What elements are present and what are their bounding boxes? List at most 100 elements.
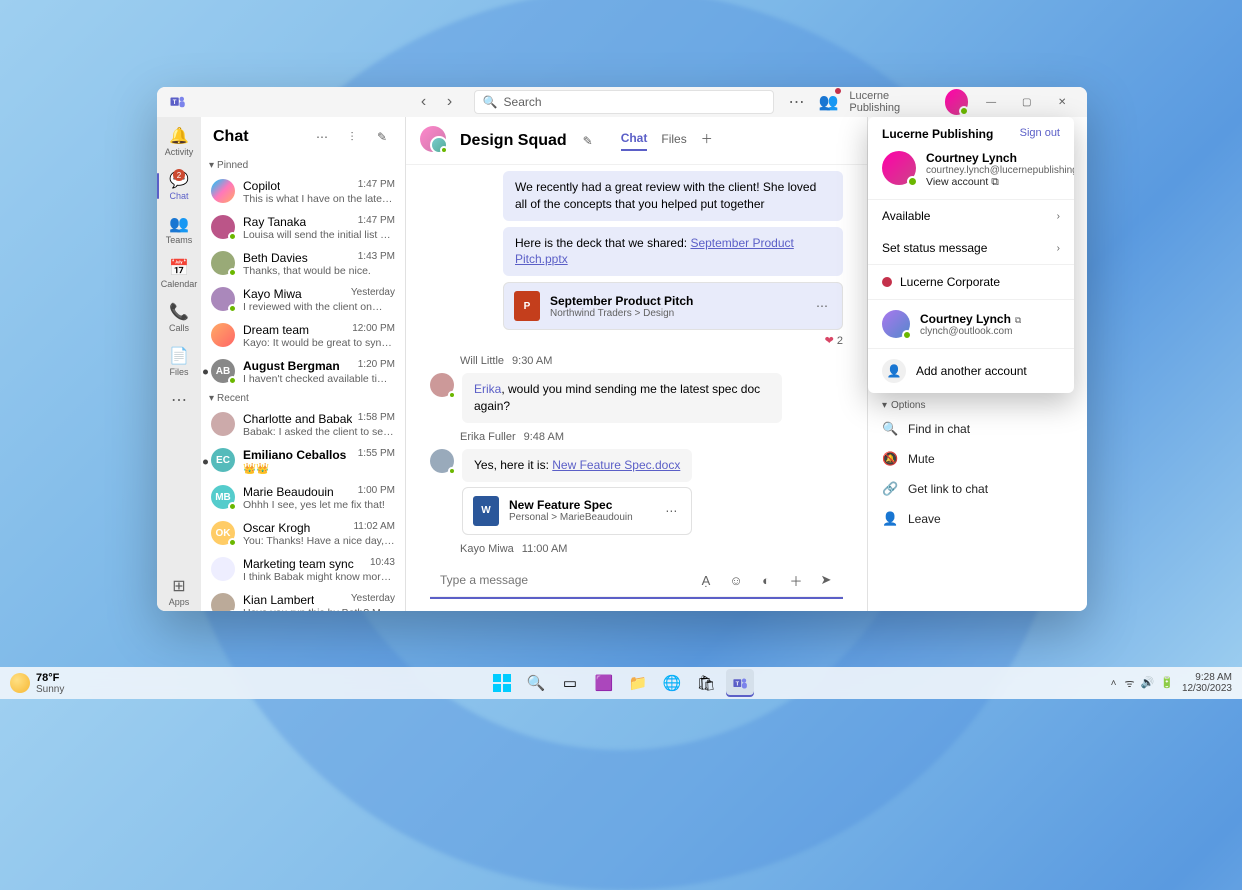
add-account-row[interactable]: 👤 Add another account — [868, 349, 1074, 393]
chat-list-item[interactable]: Kian LambertYesterdayHave you run this b… — [201, 588, 405, 611]
titlebar: T ‹ › 🔍 Search ⋯ 👥 Lucerne Publishing — … — [157, 87, 1087, 117]
chevron-right-icon: › — [1057, 211, 1060, 222]
chat-time: 11:02 AM — [353, 521, 395, 535]
message-list[interactable]: We recently had a great review with the … — [406, 165, 867, 559]
tray-chevron-icon[interactable]: ˄ — [1111, 678, 1117, 689]
taskbar-search-button[interactable]: 🔍 — [522, 669, 550, 697]
secondary-account-row[interactable]: Courtney Lynch⧉ clynch@outlook.com — [868, 300, 1074, 349]
nav-back-button[interactable]: ‹ — [414, 93, 434, 111]
emoji-button[interactable]: ☺ — [725, 569, 747, 591]
option-label: Get link to chat — [908, 482, 988, 496]
window-maximize-button[interactable]: ▢ — [1014, 97, 1040, 108]
chat-name: Copilot — [243, 179, 280, 193]
chat-preview: Babak: I asked the client to send… — [243, 426, 395, 438]
more-options-button[interactable]: ⋯ — [786, 90, 808, 114]
incoming-message[interactable]: Yes, here it is: New Feature Spec.docx — [462, 449, 692, 482]
profile-avatar-button[interactable] — [945, 89, 969, 115]
rail-apps[interactable]: ⊞Apps — [157, 573, 201, 611]
taskbar-weather-widget[interactable]: 78°F Sunny — [0, 672, 64, 695]
chat-filter-button[interactable]: ⫶ — [341, 126, 363, 148]
nav-forward-button[interactable]: › — [440, 93, 460, 111]
chat-list-item[interactable]: MBMarie Beaudouin1:00 PMOhhh I see, yes … — [201, 480, 405, 516]
outgoing-message[interactable]: Here is the deck that we shared: Septemb… — [503, 227, 843, 277]
chat-list-panel: Chat ⋯ ⫶ ✎ ▾Pinned Copilot1:47 PMThis is… — [201, 117, 406, 611]
window-close-button[interactable]: ✕ — [1049, 97, 1075, 108]
conversation-title: Design Squad — [460, 132, 567, 150]
detail-option[interactable]: 👤Leave — [868, 504, 1087, 534]
new-chat-button[interactable]: ✎ — [371, 126, 393, 148]
file-explorer-button[interactable]: 📁 — [624, 669, 652, 697]
attachment-card[interactable]: P September Product Pitch Northwind Trad… — [503, 282, 843, 330]
loop-button[interactable]: ◐ — [755, 569, 777, 591]
teams-taskbar-button[interactable]: T — [726, 669, 754, 697]
task-view-button[interactable]: ▭ — [556, 669, 584, 697]
chat-list-item[interactable]: Ray Tanaka1:47 PMLouisa will send the in… — [201, 210, 405, 246]
taskbar-clock[interactable]: 9:28 AM 12/30/2023 — [1182, 672, 1232, 694]
chat-list-item[interactable]: Copilot1:47 PMThis is what I have on the… — [201, 174, 405, 210]
chat-time: 1:47 PM — [358, 215, 395, 229]
people-icon[interactable]: 👥 — [817, 90, 839, 114]
message-composer[interactable]: Ạ ☺ ◐ ＋ ➤ — [430, 563, 843, 599]
view-account-link[interactable]: View account ⧉ — [926, 176, 1074, 189]
widgets-button[interactable]: 🟪 — [590, 669, 618, 697]
mention[interactable]: Erika — [474, 382, 501, 396]
sound-icon[interactable]: 🔊 — [1141, 676, 1155, 691]
message-input[interactable] — [440, 573, 687, 587]
chat-time: Yesterday — [351, 287, 395, 301]
recent-section[interactable]: ▾Recent — [201, 390, 405, 407]
attachment-card[interactable]: W New Feature Spec Personal > MarieBeaud… — [462, 487, 692, 535]
chat-list-item[interactable]: ABAugust Bergman1:20 PMI haven't checked… — [201, 354, 405, 390]
detail-option[interactable]: 🔗Get link to chat — [868, 474, 1087, 504]
chat-list-more-button[interactable]: ⋯ — [311, 126, 333, 148]
chat-list-item[interactable]: Marketing team sync10:43I think Babak mi… — [201, 552, 405, 588]
chat-list-item[interactable]: Charlotte and Babak1:58 PMBabak: I asked… — [201, 407, 405, 443]
window-minimize-button[interactable]: — — [978, 97, 1004, 108]
reaction-strip[interactable]: ❤2 — [825, 334, 843, 347]
set-status-row[interactable]: Set status message› — [868, 232, 1074, 264]
rail-more[interactable]: ⋯ — [157, 387, 201, 413]
attachment-more-button[interactable]: ⋯ — [661, 504, 681, 518]
format-button[interactable]: Ạ — [695, 569, 717, 591]
chat-preview: You: Thanks! Have a nice day, I… — [243, 535, 395, 547]
start-button[interactable] — [488, 669, 516, 697]
detail-option[interactable]: 🔍Find in chat — [868, 414, 1087, 444]
rail-calendar[interactable]: 📅Calendar — [157, 255, 201, 293]
rail-calls[interactable]: 📞Calls — [157, 299, 201, 337]
rail-files[interactable]: 📄Files — [157, 343, 201, 381]
pinned-section[interactable]: ▾Pinned — [201, 157, 405, 174]
message-time: 9:30 AM — [512, 355, 552, 367]
wifi-icon[interactable]: ᯤ — [1124, 676, 1134, 691]
outgoing-message[interactable]: We recently had a great review with the … — [503, 171, 843, 221]
battery-icon[interactable]: 🔋 — [1160, 676, 1174, 691]
chat-list-item[interactable]: Dream team12:00 PMKayo: It would be grea… — [201, 318, 405, 354]
caret-down-icon: ▾ — [882, 400, 887, 411]
chat-preview: 👑👑 — [243, 462, 395, 475]
tab-files[interactable]: Files — [661, 132, 686, 150]
chat-list-item[interactable]: Kayo MiwaYesterdayI reviewed with the cl… — [201, 282, 405, 318]
add-tab-button[interactable]: ＋ — [701, 130, 713, 151]
corporate-account-row[interactable]: Lucerne Corporate — [868, 265, 1074, 300]
flyout-org-name: Lucerne Publishing — [882, 127, 993, 141]
chat-list-item[interactable]: Beth Davies1:43 PMThanks, that would be … — [201, 246, 405, 282]
edit-title-button[interactable]: ✎ — [577, 130, 599, 152]
detail-options-header[interactable]: ▾Options — [868, 397, 1087, 414]
rail-activity[interactable]: 🔔Activity — [157, 123, 201, 161]
file-link[interactable]: New Feature Spec.docx — [552, 458, 680, 472]
sign-out-button[interactable]: Sign out — [1020, 127, 1060, 139]
detail-option[interactable]: 🔕Mute — [868, 444, 1087, 474]
edge-button[interactable]: 🌐 — [658, 669, 686, 697]
search-input[interactable]: 🔍 Search — [474, 90, 774, 114]
store-button[interactable]: 🛍 — [692, 669, 720, 697]
attachment-more-button[interactable]: ⋯ — [812, 299, 832, 313]
chat-list-item[interactable]: ECEmiliano Ceballos1:55 PM👑👑 — [201, 443, 405, 480]
send-button[interactable]: ➤ — [815, 569, 837, 591]
rail-chat[interactable]: 💬2Chat — [157, 167, 201, 205]
status-available-row[interactable]: Available› — [868, 200, 1074, 232]
avatar — [430, 373, 454, 397]
tab-chat[interactable]: Chat — [621, 131, 648, 151]
add-button[interactable]: ＋ — [785, 569, 807, 591]
chat-list-item[interactable]: OKOscar Krogh11:02 AMYou: Thanks! Have a… — [201, 516, 405, 552]
rail-teams[interactable]: 👥Teams — [157, 211, 201, 249]
incoming-message[interactable]: Erika, would you mind sending me the lat… — [462, 373, 782, 423]
chat-name: August Bergman — [243, 359, 340, 373]
